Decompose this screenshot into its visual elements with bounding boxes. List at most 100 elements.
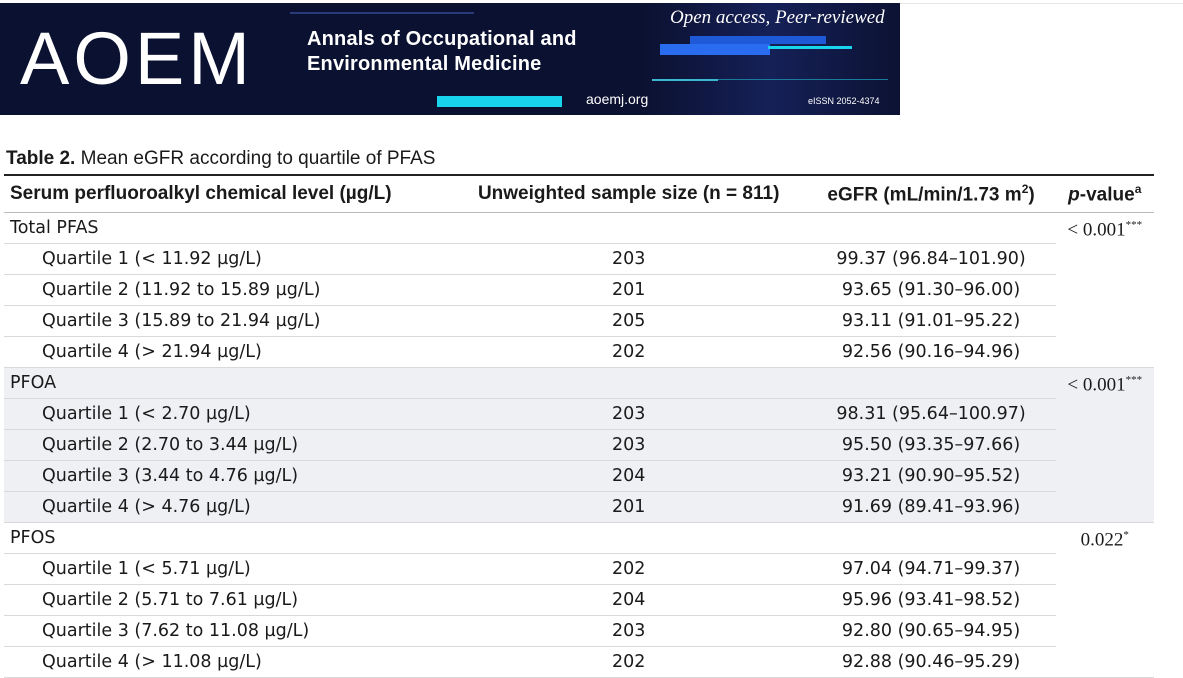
egfr-table: Serum perfluoroalkyl chemical level (µg/… [4, 174, 1154, 678]
p-value-sig: *** [1125, 219, 1143, 231]
header-egfr-text: eGFR (mL/min/1.73 m [827, 184, 1022, 206]
egfr-value: 91.69 (89.41–93.96) [806, 491, 1056, 523]
header-egfr-tail: ) [1028, 184, 1035, 206]
quartile-label: Quartile 1 (< 5.71 µg/L) [4, 553, 451, 585]
banner-decor-bar [660, 44, 770, 55]
banner-decor-bar [690, 36, 826, 44]
header-p-value: p-valuea [1055, 174, 1154, 213]
banner-decor-line [718, 79, 888, 80]
table-row: Quartile 3 (15.89 to 21.94 µg/L) 205 93.11… [4, 305, 1154, 337]
header-p-text: -value [1079, 184, 1135, 206]
quartile-label: Quartile 1 (< 2.70 µg/L) [4, 398, 451, 430]
quartile-label: Quartile 1 (< 11.92 µg/L) [4, 243, 451, 275]
header-serum-level: Serum perfluoroalkyl chemical level (µg/… [4, 174, 451, 213]
sample-size: 201 [450, 274, 807, 306]
p-value-text: 0.022 [1080, 529, 1124, 551]
egfr-value: 99.37 (96.84–101.90) [806, 243, 1056, 275]
group-name: PFOS [4, 522, 451, 554]
egfr-value: 95.50 (93.35–97.66) [806, 429, 1056, 461]
header-egfr: eGFR (mL/min/1.73 m2) [806, 174, 1056, 213]
table-row: Quartile 1 (< 5.71 µg/L) 202 97.04 (94.71–… [4, 553, 1154, 585]
p-value-sig: * [1123, 529, 1129, 541]
table-row: Quartile 4 (> 21.94 µg/L) 202 92.56 (90.16… [4, 336, 1154, 368]
egfr-value: 97.04 (94.71–99.37) [806, 553, 1056, 585]
group-row: Total PFAS < 0.001*** [4, 212, 1154, 368]
egfr-value: 92.88 (90.46–95.29) [806, 646, 1056, 678]
group-sample-size-empty [450, 367, 807, 399]
sample-size: 204 [450, 460, 807, 492]
table-row: Quartile 2 (2.70 to 3.44 µg/L) 203 95.50 (… [4, 429, 1154, 461]
group-egfr-empty [806, 212, 1056, 244]
group-sample-size-empty [450, 522, 807, 554]
journal-issn: eISSN 2052-4374 [808, 96, 880, 106]
group-egfr-empty [806, 522, 1056, 554]
journal-name-line2: Environmental Medicine [307, 53, 542, 75]
header-p-sup: a [1134, 181, 1142, 196]
banner-decor-line [290, 12, 474, 14]
group-p-value: < 0.001*** [1055, 212, 1154, 368]
table-row: Quartile 1 (< 2.70 µg/L) 203 98.31 (95.64–… [4, 398, 1154, 430]
journal-name-line1: Annals of Occupational and [307, 28, 577, 50]
table-row: Quartile 2 (11.92 to 15.89 µg/L) 201 93.65… [4, 274, 1154, 306]
sample-size: 201 [450, 491, 807, 523]
top-divider [900, 3, 1183, 4]
quartile-label: Quartile 2 (2.70 to 3.44 µg/L) [4, 429, 451, 461]
journal-name: Annals of Occupational and Environmental… [307, 27, 577, 77]
journal-logo: AOEM [20, 17, 254, 100]
egfr-value: 93.11 (91.01–95.22) [806, 305, 1056, 337]
table-row: Quartile 4 (> 11.08 µg/L) 202 92.88 (90.46… [4, 646, 1154, 678]
egfr-value: 92.56 (90.16–94.96) [806, 336, 1056, 368]
sample-size: 202 [450, 553, 807, 585]
group-p-value: 0.022* [1055, 522, 1154, 678]
egfr-value: 98.31 (95.64–100.97) [806, 398, 1056, 430]
table-body: Total PFAS < 0.001*** Quartile 1 (< 11.92 … [4, 212, 1154, 678]
sample-size: 203 [450, 243, 807, 275]
p-value-text: < 0.001 [1067, 374, 1126, 396]
table-row: Quartile 1 (< 11.92 µg/L) 203 99.37 (96.84… [4, 243, 1154, 275]
sample-size: 204 [450, 584, 807, 616]
header-sample-size: Unweighted sample size (n = 811) [450, 174, 807, 213]
group-name: PFOA [4, 367, 451, 399]
group-egfr-empty [806, 367, 1056, 399]
journal-url-link[interactable]: aoemj.org [586, 91, 648, 107]
sample-size: 203 [450, 398, 807, 430]
egfr-value: 92.80 (90.65–94.95) [806, 615, 1056, 647]
journal-banner: AOEM Annals of Occupational and Environm… [0, 3, 900, 115]
group-sample-size-empty [450, 212, 807, 244]
egfr-value: 93.65 (91.30–96.00) [806, 274, 1056, 306]
group-row: PFOS 0.022* [4, 522, 1154, 678]
quartile-label: Quartile 4 (> 4.76 µg/L) [4, 491, 451, 523]
banner-decor-bar [768, 46, 852, 49]
table-caption-label: Table 2. [6, 148, 76, 169]
sample-size: 202 [450, 646, 807, 678]
journal-tagline: Open access, Peer-reviewed [670, 7, 885, 28]
quartile-label: Quartile 3 (15.89 to 21.94 µg/L) [4, 305, 451, 337]
quartile-label: Quartile 2 (11.92 to 15.89 µg/L) [4, 274, 451, 306]
group-p-value: < 0.001*** [1055, 367, 1154, 523]
p-value-sig: *** [1125, 374, 1143, 386]
header-p-italic: p [1068, 184, 1080, 206]
table-caption: Table 2. Mean eGFR according to quartile… [6, 148, 435, 170]
table-row: Quartile 3 (7.62 to 11.08 µg/L) 203 92.80 … [4, 615, 1154, 647]
table-header-row: Serum perfluoroalkyl chemical level (µg/… [4, 174, 1154, 213]
egfr-value: 95.96 (93.41–98.52) [806, 584, 1056, 616]
sample-size: 203 [450, 429, 807, 461]
banner-decor-bar [437, 96, 562, 107]
group-row: PFOA < 0.001*** [4, 367, 1154, 523]
table-row: Quartile 2 (5.71 to 7.61 µg/L) 204 95.96 (… [4, 584, 1154, 616]
sample-size: 203 [450, 615, 807, 647]
sample-size: 205 [450, 305, 807, 337]
quartile-label: Quartile 4 (> 11.08 µg/L) [4, 646, 451, 678]
p-value-text: < 0.001 [1067, 219, 1126, 241]
quartile-label: Quartile 3 (3.44 to 4.76 µg/L) [4, 460, 451, 492]
quartile-label: Quartile 2 (5.71 to 7.61 µg/L) [4, 584, 451, 616]
table-row: Quartile 3 (3.44 to 4.76 µg/L) 204 93.21 (… [4, 460, 1154, 492]
quartile-label: Quartile 4 (> 21.94 µg/L) [4, 336, 451, 368]
group-name: Total PFAS [4, 212, 451, 244]
egfr-value: 93.21 (90.90–95.52) [806, 460, 1056, 492]
banner-decor-line [652, 79, 718, 81]
sample-size: 202 [450, 336, 807, 368]
table-caption-text: Mean eGFR according to quartile of PFAS [75, 148, 436, 169]
quartile-label: Quartile 3 (7.62 to 11.08 µg/L) [4, 615, 451, 647]
table-row: Quartile 4 (> 4.76 µg/L) 201 91.69 (89.41–… [4, 491, 1154, 523]
